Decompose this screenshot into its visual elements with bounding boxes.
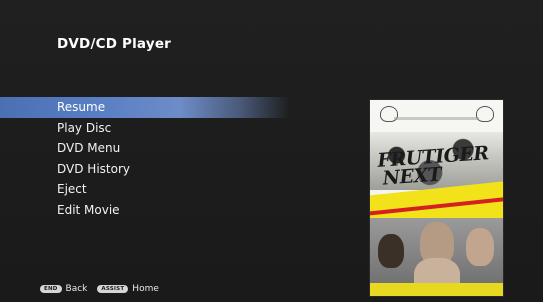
- poster-credit-line: [394, 117, 479, 120]
- menu-item-play-disc[interactable]: Play Disc: [0, 118, 290, 139]
- cast-face-left: [378, 234, 404, 268]
- footer-hints: END Back ASSIST Home: [40, 284, 169, 294]
- menu-item-edit-movie[interactable]: Edit Movie: [0, 200, 290, 221]
- menu-item-dvd-menu[interactable]: DVD Menu: [0, 138, 290, 159]
- dvd-cover-art: FRUTIGER NEXT: [370, 100, 503, 296]
- back-hint[interactable]: Back: [66, 284, 88, 294]
- menu-item-eject[interactable]: Eject: [0, 179, 290, 200]
- end-key-badge: END: [40, 285, 62, 293]
- menu-item-resume[interactable]: Resume: [0, 97, 290, 118]
- home-hint[interactable]: Home: [132, 284, 159, 294]
- menu-item-dvd-history[interactable]: DVD History: [0, 159, 290, 180]
- cast-face-right: [466, 228, 494, 266]
- assist-key-badge: ASSIST: [97, 285, 129, 293]
- media-player-screen: DVD/CD Player Resume Play Disc DVD Menu …: [0, 0, 543, 302]
- poster-footer-band: [370, 283, 503, 296]
- main-menu: Resume Play Disc DVD Menu DVD History Ej…: [0, 97, 290, 221]
- page-title: DVD/CD Player: [57, 36, 172, 52]
